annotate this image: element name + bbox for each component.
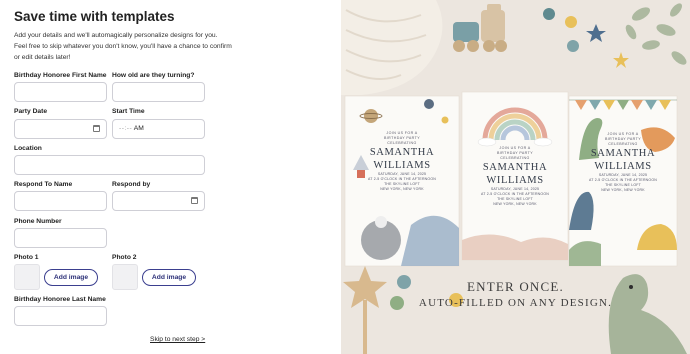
phone-input[interactable] [14, 228, 107, 248]
card-name-last: WILLIAMS [594, 161, 652, 172]
promo-tagline-2: AUTO-FILLED ON ANY DESIGN. [418, 297, 613, 309]
respond-by-input[interactable] [112, 191, 205, 211]
respond-to-label: Respond To Name [14, 181, 73, 188]
card-name-last: WILLIAMS [486, 175, 544, 186]
promo-image: JOIN US FOR A BIRTHDAY PARTY CELEBRATING… [341, 0, 690, 354]
start-time-value: --:-- AM [119, 125, 144, 132]
invitation-card-rainbow: JOIN US FOR A BIRTHDAY PARTY CELEBRATING… [462, 146, 568, 207]
card-city: NEW YORK, NEW YORK [380, 187, 424, 191]
start-time-ampm: AM [133, 125, 144, 132]
start-time-placeholder: --:-- [119, 125, 133, 132]
honoree-first-name-label: Birthday Honoree First Name [14, 72, 107, 79]
party-date-label: Party Date [14, 108, 48, 115]
intro-text: Add your details and we'll automagically… [14, 32, 232, 61]
honoree-last-name-label: Birthday Honoree Last Name [14, 296, 106, 303]
location-label: Location [14, 145, 42, 152]
age-label: How old are they turning? [112, 72, 195, 79]
calendar-icon[interactable] [93, 125, 100, 132]
card-name-last: WILLIAMS [373, 160, 431, 171]
photo1-preview [14, 264, 40, 290]
card-city: NEW YORK, NEW YORK [601, 188, 645, 192]
card-name-first: SAMANTHA [590, 148, 656, 159]
photo2-add-image-button[interactable]: Add image [142, 269, 196, 286]
photo2-preview [112, 264, 138, 290]
card-name-first: SAMANTHA [482, 162, 548, 173]
invitation-card-dinosaur: JOIN US FOR A BIRTHDAY PARTY CELEBRATING… [569, 132, 677, 193]
start-time-input[interactable]: --:-- AM [112, 119, 205, 139]
photo1-label: Photo 1 [14, 254, 39, 261]
skip-to-next-step-link[interactable]: Skip to next step > [150, 336, 205, 343]
location-input[interactable] [14, 155, 205, 175]
template-details-form: Save time with templates Add your detail… [0, 0, 340, 354]
photo1-add-image-button[interactable]: Add image [44, 269, 98, 286]
invitation-card-space: JOIN US FOR A BIRTHDAY PARTY CELEBRATING… [345, 131, 459, 192]
promo-tagline-1: ENTER ONCE. [467, 279, 564, 294]
card-name-first: SAMANTHA [369, 147, 435, 158]
honoree-last-name-input[interactable] [14, 306, 107, 326]
respond-by-label: Respond by [112, 181, 151, 188]
card-city: NEW YORK, NEW YORK [493, 202, 537, 206]
honoree-first-name-input[interactable] [14, 82, 107, 102]
respond-to-input[interactable] [14, 191, 107, 211]
calendar-icon[interactable] [191, 197, 198, 204]
phone-label: Phone Number [14, 218, 62, 225]
start-time-label: Start Time [112, 108, 145, 115]
party-date-input[interactable] [14, 119, 107, 139]
photo2-label: Photo 2 [112, 254, 137, 261]
age-input[interactable] [112, 82, 205, 102]
page-title: Save time with templates [14, 9, 175, 24]
planet-icon [364, 109, 378, 123]
